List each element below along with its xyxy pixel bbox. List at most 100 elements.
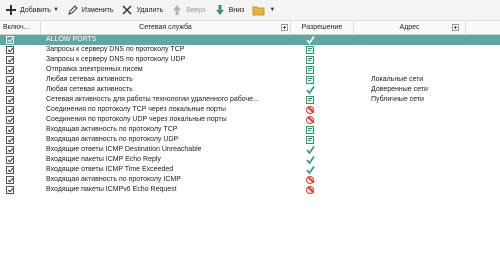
service-name: Входящая активность по протоколу ICMP [46,176,181,183]
table-row[interactable]: Соединения по протоколу UDP через локаль… [0,115,500,125]
table-row[interactable]: Отправка электронных писем [0,65,500,75]
table-row[interactable]: Соединения по протоколу TCP через локаль… [0,105,500,115]
down-label: Вниз [228,6,245,14]
column-service-header[interactable]: Сетевая служба [41,21,291,34]
block-icon[interactable] [300,175,320,185]
ask-icon[interactable] [300,95,320,105]
allow-check-icon[interactable] [300,145,320,155]
delete-button[interactable]: Удалить [118,2,166,18]
enabled-checkbox[interactable] [6,186,14,194]
table-row[interactable]: Входящие пакеты ICMP Echo Reply [0,155,500,165]
allow-check-icon[interactable] [300,35,320,45]
enabled-checkbox[interactable] [6,156,14,164]
service-name: Любая сетевая активность [46,86,133,93]
folder-menu-button[interactable]: ▼ [249,2,278,18]
table-row[interactable]: Входящая активность по протоколу TCP [0,125,500,135]
table-row[interactable]: Входящая активность по протоколу UDP [0,135,500,145]
ask-icon[interactable] [300,45,320,55]
enabled-checkbox[interactable] [6,86,14,94]
table-row[interactable]: Сетевая активность для работы технологии… [0,95,500,105]
address-value: Доверенные сети [371,86,428,93]
allow-check-icon[interactable] [300,85,320,95]
enabled-checkbox[interactable] [6,146,14,154]
address-value [371,155,491,165]
service-name: Отправка электронных писем [46,66,143,73]
allow-check-icon[interactable] [300,165,320,175]
move-up-button[interactable]: Вверх [168,2,209,18]
enabled-checkbox[interactable] [6,106,14,114]
table-row[interactable]: Входящие ответы ICMP Destination Unreach… [0,145,500,155]
address-value [371,175,491,185]
table-row[interactable]: Входящие пакеты ICMPv6 Echo Request [0,185,500,195]
address-value [371,135,491,145]
address-value [371,35,491,45]
enabled-checkbox[interactable] [6,76,14,84]
column-enabled-header[interactable]: Включ... [0,21,41,34]
table-row[interactable]: Запросы к серверу DNS по протоколу TCP [0,45,500,55]
table-row[interactable]: Входящие ответы ICMP Time Exceeded [0,165,500,175]
table-row[interactable]: ALLOW PORTS [0,35,500,45]
block-icon[interactable] [300,115,320,125]
enabled-checkbox[interactable] [6,176,14,184]
ask-icon[interactable] [300,125,320,135]
edit-button[interactable]: Изменить [64,2,117,18]
address-value [371,45,491,55]
toolbar: Добавить ▼ Изменить Удалить Вверх Вниз ▼ [0,0,500,21]
move-down-button[interactable]: Вниз [211,2,248,18]
arrow-up-icon [171,4,183,16]
column-address-expand-icon[interactable] [452,24,459,31]
address-value [371,125,491,135]
ask-icon[interactable] [300,135,320,145]
service-name: Входящие ответы ICMP Time Exceeded [46,166,174,173]
enabled-checkbox[interactable] [6,116,14,124]
column-address-header[interactable]: Адрес [354,21,466,34]
service-name: Сетевая активность для работы технологии… [46,96,259,103]
table-row[interactable]: Любая сетевая активность Доверенные сети [0,85,500,95]
block-icon[interactable] [300,185,320,195]
column-address-label: Адрес [399,24,420,31]
service-name: Соединения по протоколу TCP через локаль… [46,106,226,113]
address-value [371,165,491,175]
folder-dropdown-arrow-icon[interactable]: ▼ [269,7,275,13]
table-row[interactable]: Запросы к серверу DNS по протоколу UDP [0,55,500,65]
enabled-checkbox[interactable] [6,56,14,64]
enabled-checkbox[interactable] [6,36,14,44]
enabled-checkbox[interactable] [6,66,14,74]
ask-icon[interactable] [300,65,320,75]
folder-icon [252,4,265,16]
address-value [371,55,491,65]
table-row[interactable]: Входящая активность по протоколу ICMP [0,175,500,185]
address-value [371,115,491,125]
enabled-checkbox[interactable] [6,126,14,134]
enabled-checkbox[interactable] [6,166,14,174]
address-value [371,105,491,115]
edit-label: Изменить [81,6,114,14]
enabled-checkbox[interactable] [6,96,14,104]
table-header: Включ... Сетевая служба Разрешение Адрес [0,21,500,35]
address-value [371,185,491,195]
ask-icon[interactable] [300,55,320,65]
plus-icon [5,4,17,16]
column-permission-header[interactable]: Разрешение [291,21,354,34]
arrow-down-icon [214,4,226,16]
table-row[interactable]: Любая сетевая активность Локальные сети [0,75,500,85]
service-name: Соединения по протоколу UDP через локаль… [46,116,227,123]
address-value: Локальные сети [371,76,424,83]
up-label: Вверх [186,6,206,14]
service-name: Входящие пакеты ICMP Echo Reply [46,156,161,163]
service-name: Запросы к серверу DNS по протоколу UDP [46,56,186,63]
delete-label: Удалить [136,6,164,14]
close-icon [121,4,133,16]
pencil-icon [67,4,79,16]
column-service-expand-icon[interactable] [281,24,288,31]
block-icon[interactable] [300,105,320,115]
allow-check-icon[interactable] [300,155,320,165]
enabled-checkbox[interactable] [6,46,14,54]
ask-icon[interactable] [300,75,320,85]
service-name: Любая сетевая активность [46,76,133,83]
add-dropdown-arrow-icon[interactable]: ▼ [53,7,59,13]
service-name: Входящие ответы ICMP Destination Unreach… [46,146,202,153]
service-name: Входящая активность по протоколу TCP [46,126,178,133]
add-button[interactable]: Добавить ▼ [2,2,62,18]
enabled-checkbox[interactable] [6,136,14,144]
